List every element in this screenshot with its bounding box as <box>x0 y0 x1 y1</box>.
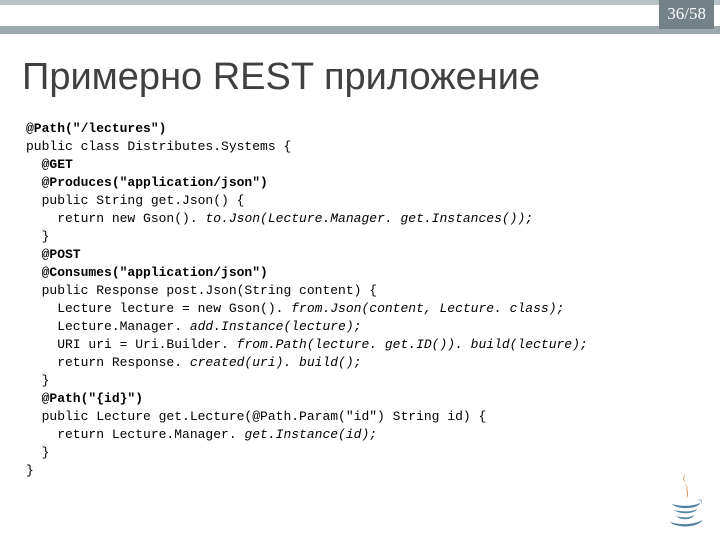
code-line: @Path("/lectures") <box>26 121 166 136</box>
code-line: Lecture.Manager. <box>26 319 190 334</box>
code-line: } <box>26 445 49 460</box>
code-block: @Path("/lectures") public class Distribu… <box>26 120 660 480</box>
code-line: } <box>26 463 34 478</box>
slide-title: Примерно REST приложение <box>22 56 540 99</box>
code-italic: add.Instance(lecture); <box>190 319 362 334</box>
code-line: @Produces("application/json") <box>26 175 268 190</box>
code-line: return Response. <box>26 355 190 370</box>
code-line: } <box>26 373 49 388</box>
code-line: @Path("{id}") <box>26 391 143 406</box>
code-line: public Response post.Json(String content… <box>26 283 377 298</box>
divider-thick <box>0 26 720 34</box>
code-line: URI uri = Uri.Builder. <box>26 337 237 352</box>
page-number: 36/58 <box>659 0 714 29</box>
code-line: public String get.Json() { <box>26 193 244 208</box>
code-line: return Lecture.Manager. <box>26 427 244 442</box>
code-italic: to.Json(Lecture.Manager. get.Instances()… <box>205 211 533 226</box>
code-italic: from.Path(lecture. get.ID()). build(lect… <box>237 337 588 352</box>
code-line: Lecture lecture = new Gson(). <box>26 301 291 316</box>
top-bar: 36/58 <box>0 0 720 34</box>
code-line: @GET <box>26 157 73 172</box>
code-line: @POST <box>26 247 81 262</box>
code-line: } <box>26 229 49 244</box>
slide: 36/58 Примерно REST приложение @Path("/l… <box>0 0 720 540</box>
code-italic: get.Instance(id); <box>244 427 377 442</box>
code-line: public Lecture get.Lecture(@Path.Param("… <box>26 409 486 424</box>
divider-thin <box>0 0 720 5</box>
java-logo-icon <box>664 472 706 530</box>
code-italic: created(uri). build(); <box>190 355 362 370</box>
code-line: @Consumes("application/json") <box>26 265 268 280</box>
code-italic: from.Json(content, Lecture. class); <box>291 301 564 316</box>
code-line: return new Gson(). <box>26 211 205 226</box>
code-line: public class Distributes.Systems { <box>26 139 291 154</box>
